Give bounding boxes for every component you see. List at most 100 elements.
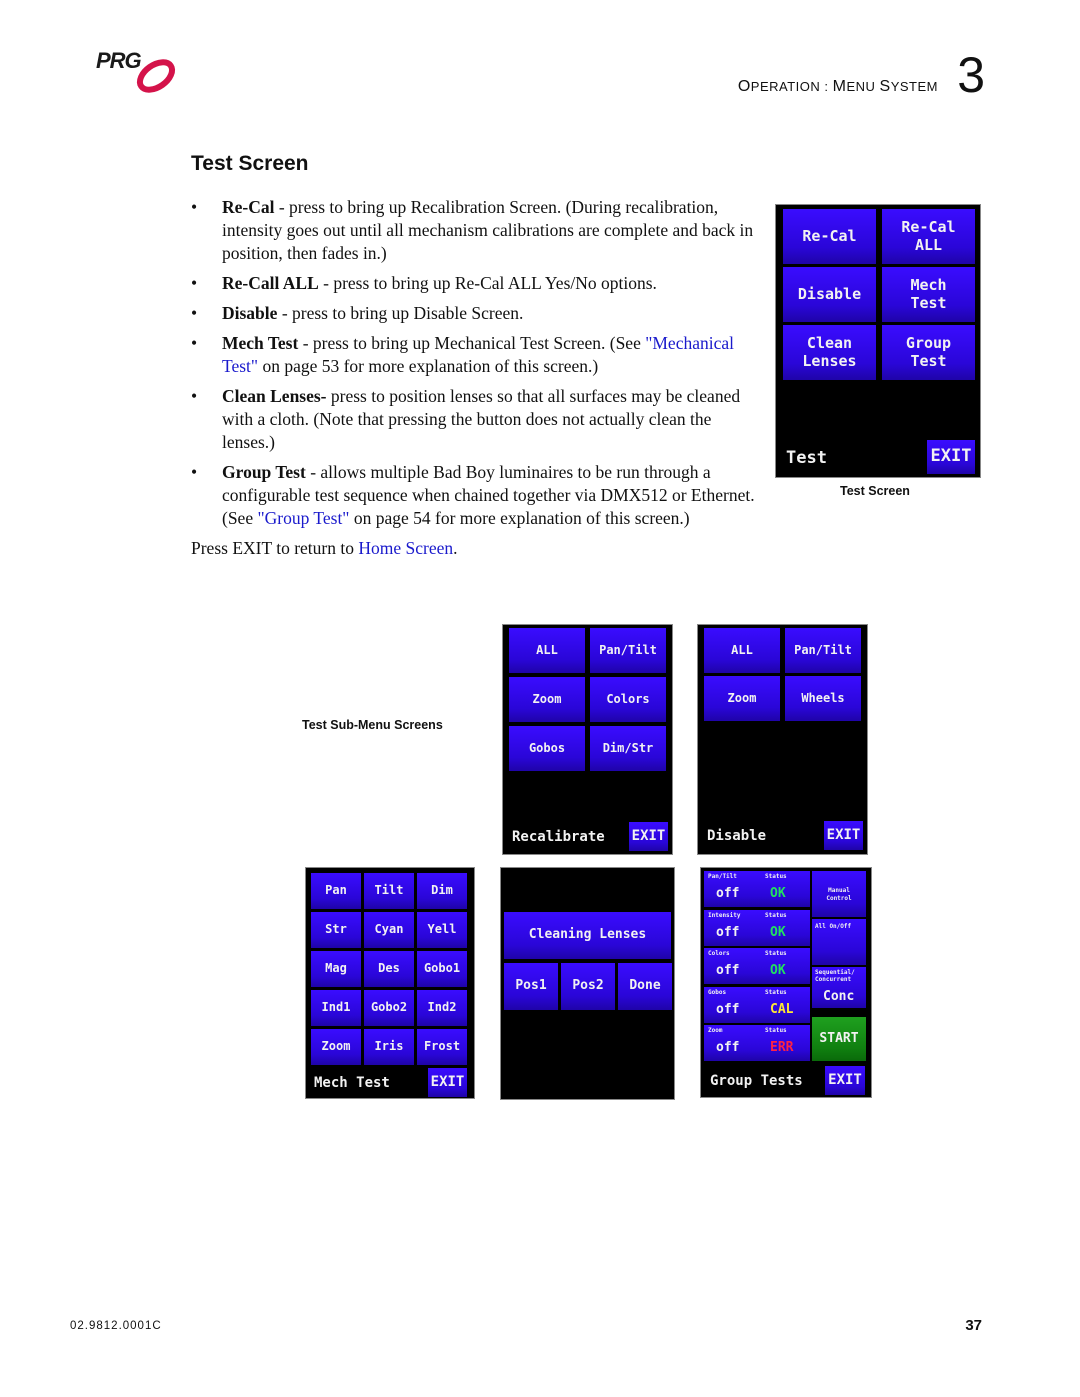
exit-button[interactable]: EXIT (629, 822, 668, 851)
button-label: EXIT (631, 828, 666, 845)
bullet-list: Re-Cal - press to bring up Recalibration… (191, 196, 766, 530)
status-label: Status (765, 873, 787, 880)
button-label: Dim (431, 883, 453, 898)
button-label: Dim/Str (602, 740, 654, 755)
bullet-text: - press to bring up Mechanical Test Scre… (298, 333, 646, 353)
bullet-item: Re-Cal - press to bring up Recalibration… (191, 196, 766, 265)
button-caption: Sequential/ Concurrent (815, 969, 855, 983)
mech-ind1-button[interactable]: Ind1 (311, 990, 361, 1026)
clean-lenses-button[interactable]: Clean Lenses (783, 325, 876, 380)
button-label: Des (378, 961, 400, 976)
recal-colors-button[interactable]: Colors (590, 677, 666, 722)
mech-frost-button[interactable]: Frost (417, 1029, 467, 1065)
status-label: Status (765, 988, 787, 996)
pos1-button[interactable]: Pos1 (504, 963, 558, 1010)
chapter-number: 3 (957, 47, 985, 103)
button-label: Wheels (801, 690, 845, 705)
home-screen-link[interactable]: Home Screen (358, 538, 453, 558)
bullet-text: - press to bring up Re-Cal ALL Yes/No op… (318, 273, 657, 293)
button-label: Re-Cal ALL (901, 218, 956, 254)
start-button[interactable]: START (812, 1017, 866, 1061)
group-test-row[interactable]: Pan/Tilt Status off OK (704, 871, 810, 907)
screen-label: Group Tests (710, 1073, 803, 1089)
done-button[interactable]: Done (618, 963, 672, 1010)
button-label: Str (325, 922, 347, 937)
running-header: OPERATION : MENU SYSTEM (738, 78, 938, 96)
cleaning-lenses-button[interactable]: Cleaning Lenses (504, 912, 671, 959)
mech-gobo2-button[interactable]: Gobo2 (364, 990, 414, 1026)
disable-all-button[interactable]: ALL (704, 628, 780, 673)
button-label: Pos2 (572, 978, 604, 994)
mech-iris-button[interactable]: Iris (364, 1029, 414, 1065)
button-label: Zoom (532, 691, 562, 706)
group-test-button[interactable]: Group Test (882, 325, 975, 380)
mech-zoom-button[interactable]: Zoom (311, 1029, 361, 1065)
mech-gobo1-button[interactable]: Gobo1 (417, 951, 467, 987)
recal-all-button[interactable]: ALL (509, 628, 585, 673)
exit-button[interactable]: EXIT (428, 1068, 467, 1097)
recal-gobos-button[interactable]: Gobos (509, 726, 585, 771)
re-cal-button[interactable]: Re-Cal (783, 209, 876, 264)
button-label: Zoom (727, 690, 757, 705)
button-label: ALL (731, 642, 753, 657)
recal-zoom-button[interactable]: Zoom (509, 677, 585, 722)
disable-wheels-button[interactable]: Wheels (785, 676, 861, 721)
button-label: Re-Cal (802, 226, 857, 245)
group-test-row[interactable]: Zoom Status off ERR (704, 1025, 810, 1062)
page-number: 37 (965, 1317, 982, 1334)
recal-pan-tilt-button[interactable]: Pan/Tilt (590, 628, 666, 673)
header-text: ENU (846, 79, 876, 94)
re-cal-all-button[interactable]: Re-Cal ALL (882, 209, 975, 264)
header-text: O (737, 78, 751, 95)
mech-pan-button[interactable]: Pan (311, 873, 361, 909)
note-text: . (453, 538, 458, 558)
mech-str-button[interactable]: Str (311, 912, 361, 948)
button-label: Cyan (374, 922, 404, 937)
bullet-item: Disable - press to bring up Disable Scre… (191, 302, 766, 325)
status-value: OK (770, 963, 786, 979)
group-test-row[interactable]: Colors Status off OK (704, 948, 810, 985)
mech-mag-button[interactable]: Mag (311, 951, 361, 987)
mech-dim-button[interactable]: Dim (417, 873, 467, 909)
exit-button[interactable]: EXIT (824, 821, 863, 850)
row-value: off (716, 963, 740, 979)
status-label: Status (765, 1027, 787, 1035)
status-value: OK (770, 924, 786, 940)
exit-button[interactable]: EXIT (927, 440, 975, 474)
group-test-row[interactable]: Gobos Status off CAL (704, 986, 810, 1023)
recal-dim-str-button[interactable]: Dim/Str (590, 726, 666, 771)
group-test-link[interactable]: "Group Test" (257, 508, 349, 528)
button-label: All On/Off (815, 923, 852, 930)
sequential-concurrent-button[interactable]: Sequential/ Concurrent Conc (812, 967, 866, 1008)
mech-cyan-button[interactable]: Cyan (364, 912, 414, 948)
mech-yell-button[interactable]: Yell (417, 912, 467, 948)
test-screen-figure: Re-Cal Re-Cal ALL Disable Mech Test Clea… (775, 204, 981, 478)
button-label: Done (629, 978, 661, 994)
bullet-text: - press to bring up Disable Screen. (277, 303, 524, 323)
manual-control-button[interactable]: Manual Control (812, 871, 866, 917)
disable-button[interactable]: Disable (783, 267, 876, 322)
disable-pan-tilt-button[interactable]: Pan/Tilt (785, 628, 861, 673)
document-number: 02.9812.0001C (70, 1320, 162, 1332)
mech-test-button[interactable]: Mech Test (882, 267, 975, 322)
mech-tilt-button[interactable]: Tilt (364, 873, 414, 909)
button-label: Pan/Tilt (794, 642, 852, 657)
mech-des-button[interactable]: Des (364, 951, 414, 987)
screen-label: Recalibrate (512, 829, 605, 845)
bullet-item: Group Test - allows multiple Bad Boy lum… (191, 461, 766, 530)
status-label: Status (765, 911, 787, 919)
pos2-button[interactable]: Pos2 (561, 963, 615, 1010)
sub-menu-caption: Test Sub-Menu Screens (302, 718, 443, 732)
header-text: S (879, 78, 891, 95)
exit-button[interactable]: EXIT (825, 1066, 865, 1095)
group-test-row[interactable]: Intensity Status off OK (704, 909, 810, 946)
bullet-term: Group Test (222, 462, 306, 482)
row-value: off (716, 1001, 740, 1017)
disable-zoom-button[interactable]: Zoom (704, 676, 780, 721)
bullet-item: Mech Test - press to bring up Mechanical… (191, 332, 766, 378)
mech-ind2-button[interactable]: Ind2 (417, 990, 467, 1026)
cleaning-lenses-screen-figure: Cleaning Lenses Pos1 Pos2 Done (500, 867, 675, 1100)
all-on-off-button[interactable]: All On/Off (812, 919, 866, 965)
bullet-item: Clean Lenses- press to position lenses s… (191, 385, 766, 454)
button-label: START (819, 1030, 859, 1046)
